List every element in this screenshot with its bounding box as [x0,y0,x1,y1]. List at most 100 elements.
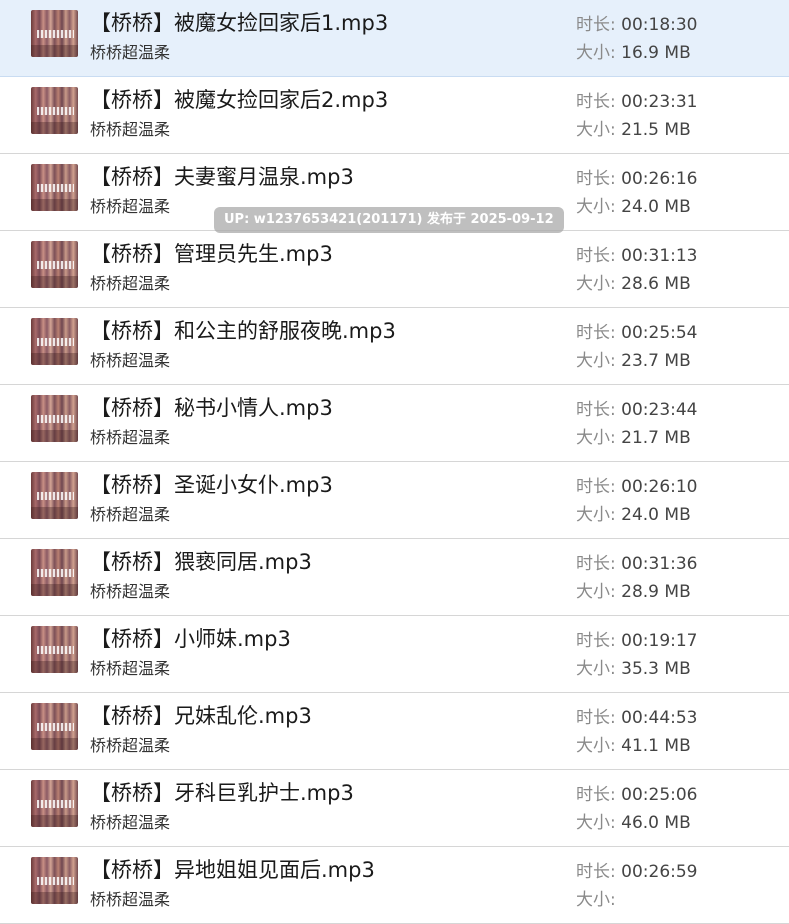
duration-info: 时长: 00:25:06 [576,784,698,806]
size-value: 35.3 MB [621,659,691,679]
track-artist: 桥桥超温柔 [90,659,171,678]
duration-info: 时长: 00:23:31 [576,91,698,113]
size-info: 大小: 24.0 MB [576,196,691,218]
duration-value: 00:44:53 [621,708,698,728]
size-info: 大小: 21.7 MB [576,427,691,449]
list-item[interactable]: 【桥桥】猥亵同居.mp3 桥桥超温柔 时长: 00:31:36 大小: 28.9… [0,539,789,616]
cover-thumbnail [31,857,78,904]
size-info: 大小: 41.1 MB [576,735,691,757]
size-label: 大小: [576,813,622,833]
track-artist: 桥桥超温柔 [90,736,171,755]
size-label: 大小: [576,890,616,910]
track-artist: 桥桥超温柔 [90,43,171,62]
duration-value: 00:25:54 [621,323,698,343]
track-title: 【桥桥】牙科巨乳护士.mp3 [90,781,354,805]
cover-thumbnail [31,241,78,288]
cover-thumbnail [31,87,78,134]
size-value: 24.0 MB [621,505,691,525]
cover-thumbnail [31,472,78,519]
duration-label: 时长: [576,15,622,35]
duration-value: 00:18:30 [621,15,698,35]
track-artist: 桥桥超温柔 [90,274,171,293]
duration-label: 时长: [576,323,622,343]
duration-info: 时长: 00:25:54 [576,322,698,344]
list-item[interactable]: 【桥桥】秘书小情人.mp3 桥桥超温柔 时长: 00:23:44 大小: 21.… [0,385,789,462]
duration-value: 00:23:31 [621,92,698,112]
duration-info: 时长: 00:44:53 [576,707,698,729]
duration-info: 时长: 00:18:30 [576,14,698,36]
track-artist: 桥桥超温柔 [90,428,171,447]
cover-thumbnail [31,395,78,442]
track-artist: 桥桥超温柔 [90,813,171,832]
size-label: 大小: [576,505,622,525]
list-item[interactable]: 【桥桥】小师妹.mp3 桥桥超温柔 时长: 00:19:17 大小: 35.3 … [0,616,789,693]
size-label: 大小: [576,120,622,140]
size-info: 大小: 24.0 MB [576,504,691,526]
size-label: 大小: [576,43,622,63]
cover-thumbnail [31,318,78,365]
cover-thumbnail [31,626,78,673]
size-info: 大小: [576,889,616,911]
duration-value: 00:26:16 [621,169,698,189]
duration-value: 00:31:36 [621,554,698,574]
cover-thumbnail [31,780,78,827]
track-artist: 桥桥超温柔 [90,197,171,216]
duration-value: 00:26:59 [621,862,698,882]
duration-label: 时长: [576,862,622,882]
track-title: 【桥桥】管理员先生.mp3 [90,242,333,266]
duration-label: 时长: [576,477,622,497]
duration-label: 时长: [576,400,622,420]
track-title: 【桥桥】圣诞小女仆.mp3 [90,473,333,497]
duration-value: 00:31:13 [621,246,698,266]
size-value: 28.6 MB [621,274,691,294]
duration-label: 时长: [576,708,622,728]
track-artist: 桥桥超温柔 [90,505,171,524]
track-title: 【桥桥】异地姐姐见面后.mp3 [90,858,375,882]
size-label: 大小: [576,197,622,217]
size-info: 大小: 46.0 MB [576,812,691,834]
duration-value: 00:26:10 [621,477,698,497]
track-title: 【桥桥】猥亵同居.mp3 [90,550,312,574]
size-label: 大小: [576,659,622,679]
track-artist: 桥桥超温柔 [90,582,171,601]
size-info: 大小: 16.9 MB [576,42,691,64]
size-label: 大小: [576,582,622,602]
size-label: 大小: [576,274,622,294]
size-value: 23.7 MB [621,351,691,371]
size-value: 21.7 MB [621,428,691,448]
cover-thumbnail [31,164,78,211]
duration-info: 时长: 00:23:44 [576,399,698,421]
duration-info: 时长: 00:26:59 [576,861,698,883]
size-info: 大小: 28.9 MB [576,581,691,603]
duration-info: 时长: 00:26:16 [576,168,698,190]
duration-label: 时长: [576,246,622,266]
track-artist: 桥桥超温柔 [90,351,171,370]
track-title: 【桥桥】夫妻蜜月温泉.mp3 [90,165,354,189]
size-value: 46.0 MB [621,813,691,833]
size-info: 大小: 21.5 MB [576,119,691,141]
cover-thumbnail [31,549,78,596]
list-item[interactable]: 【桥桥】被魔女捡回家后2.mp3 桥桥超温柔 时长: 00:23:31 大小: … [0,77,789,154]
track-title: 【桥桥】被魔女捡回家后2.mp3 [90,88,389,112]
list-item[interactable]: 【桥桥】异地姐姐见面后.mp3 桥桥超温柔 时长: 00:26:59 大小: [0,847,789,924]
track-artist: 桥桥超温柔 [90,890,171,909]
list-item[interactable]: 【桥桥】管理员先生.mp3 桥桥超温柔 时长: 00:31:13 大小: 28.… [0,231,789,308]
list-item[interactable]: 【桥桥】牙科巨乳护士.mp3 桥桥超温柔 时长: 00:25:06 大小: 46… [0,770,789,847]
watermark-badge: UP: w1237653421(201171) 发布于 2025-09-12 [214,207,564,233]
track-title: 【桥桥】秘书小情人.mp3 [90,396,333,420]
size-value: 24.0 MB [621,197,691,217]
list-item[interactable]: 【桥桥】圣诞小女仆.mp3 桥桥超温柔 时长: 00:26:10 大小: 24.… [0,462,789,539]
size-info: 大小: 23.7 MB [576,350,691,372]
track-title: 【桥桥】和公主的舒服夜晚.mp3 [90,319,396,343]
size-info: 大小: 35.3 MB [576,658,691,680]
duration-info: 时长: 00:19:17 [576,630,698,652]
list-item[interactable]: 【桥桥】兄妹乱伦.mp3 桥桥超温柔 时长: 00:44:53 大小: 41.1… [0,693,789,770]
duration-info: 时长: 00:31:13 [576,245,698,267]
size-label: 大小: [576,736,622,756]
list-item[interactable]: 【桥桥】被魔女捡回家后1.mp3 桥桥超温柔 时长: 00:18:30 大小: … [0,0,789,77]
track-title: 【桥桥】小师妹.mp3 [90,627,291,651]
audio-file-list: 【桥桥】被魔女捡回家后1.mp3 桥桥超温柔 时长: 00:18:30 大小: … [0,0,789,924]
list-item[interactable]: 【桥桥】和公主的舒服夜晚.mp3 桥桥超温柔 时长: 00:25:54 大小: … [0,308,789,385]
size-info: 大小: 28.6 MB [576,273,691,295]
duration-value: 00:19:17 [621,631,698,651]
